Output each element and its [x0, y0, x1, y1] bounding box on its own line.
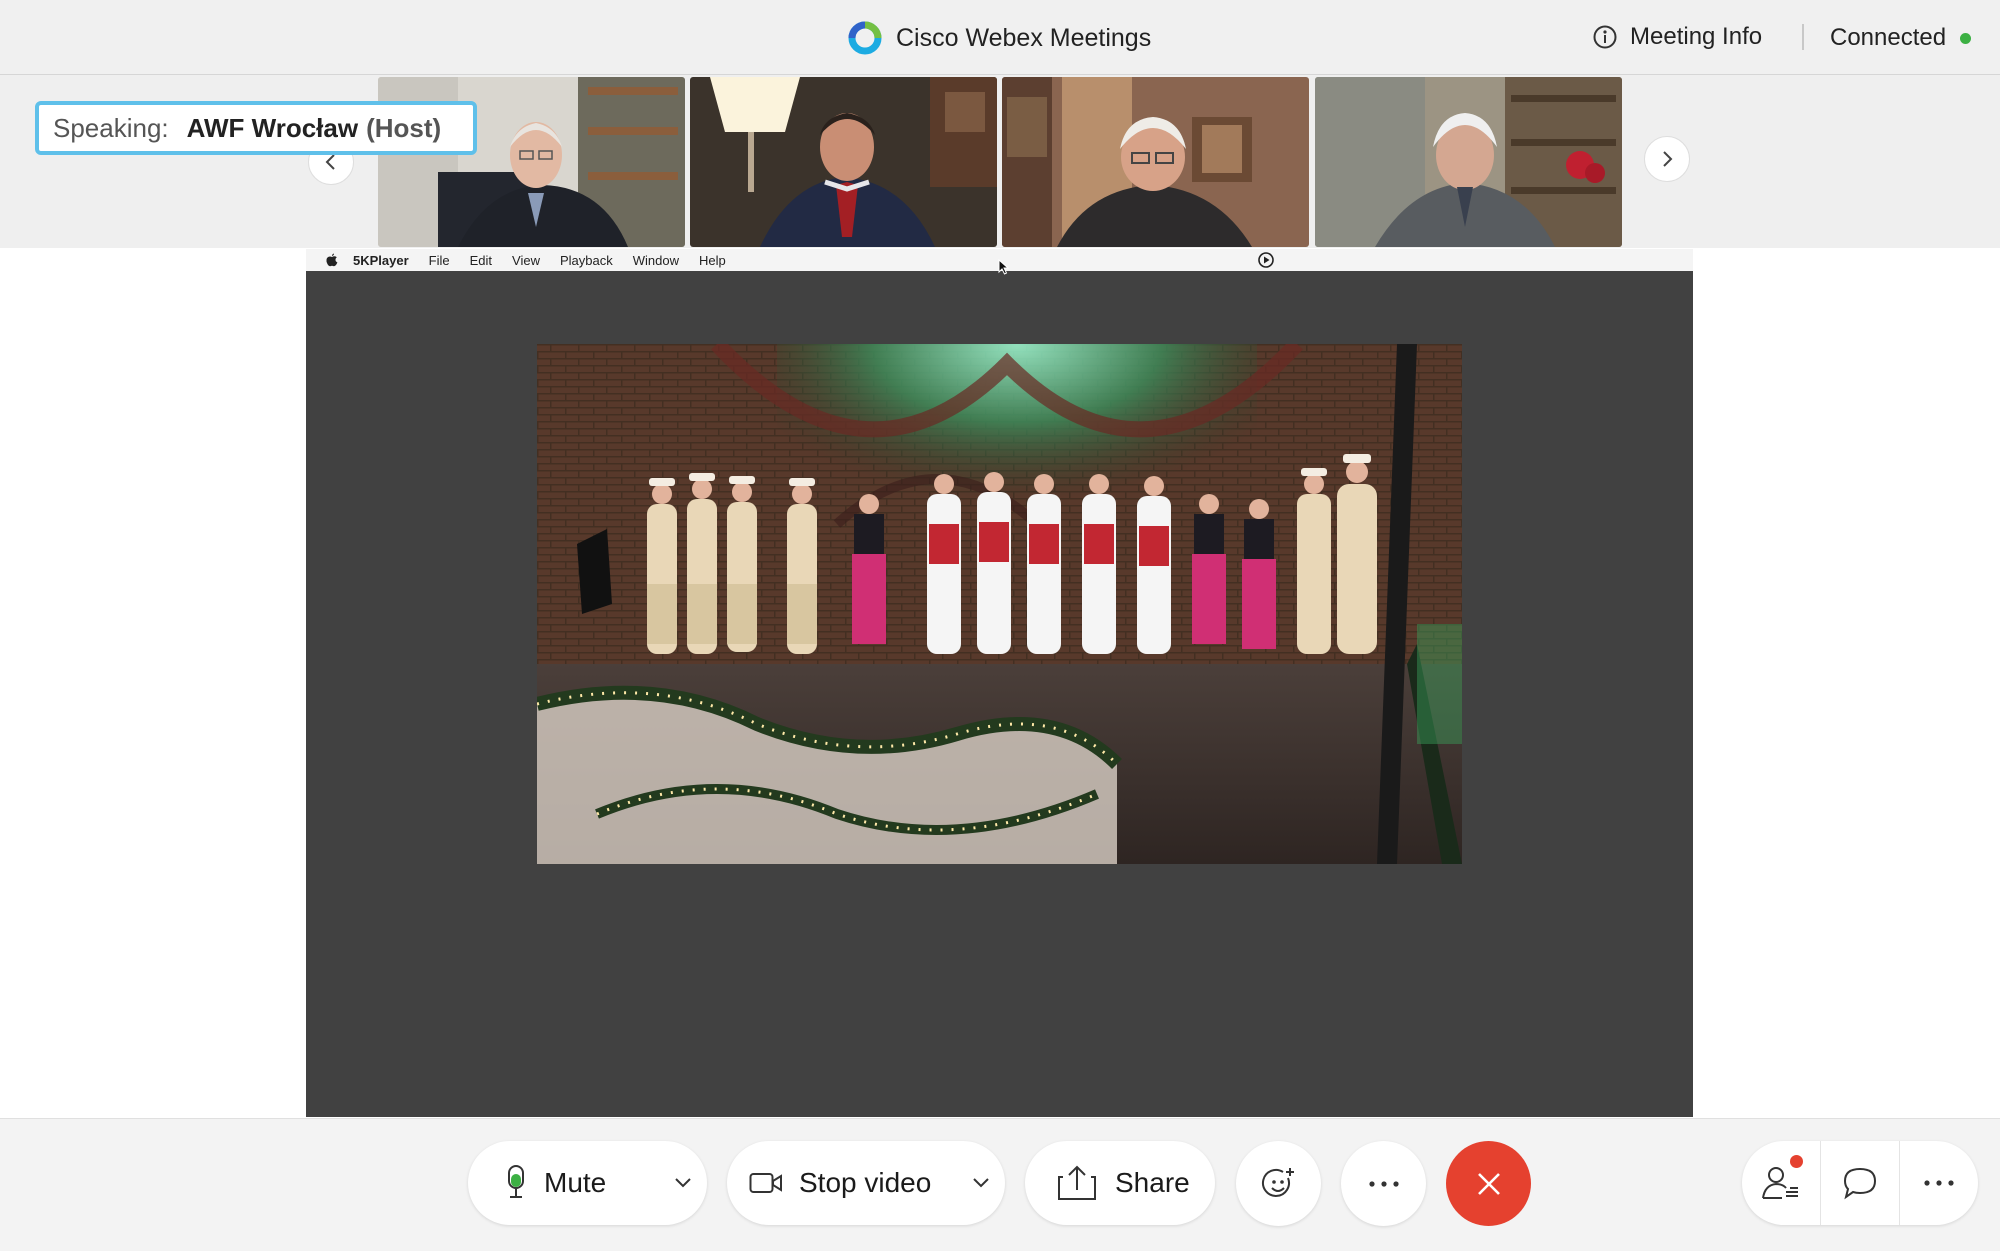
- chat-icon: [1843, 1167, 1877, 1200]
- shared-app-name: 5KPlayer: [353, 252, 409, 268]
- reactions-icon: [1261, 1167, 1294, 1197]
- participant-video-4-frame: [1315, 77, 1622, 247]
- chevron-down-icon: [973, 1178, 989, 1188]
- folk-dance-ensemble-video: [537, 344, 1462, 864]
- shared-menu-help[interactable]: Help: [699, 253, 726, 268]
- stop-video-button[interactable]: Stop video: [727, 1141, 931, 1225]
- play-circle-icon: [1258, 252, 1274, 268]
- share-upload-icon: [1058, 1165, 1096, 1200]
- apple-logo-icon: [326, 253, 338, 267]
- shared-menu-view[interactable]: View: [512, 253, 540, 268]
- participants-icon: [1762, 1167, 1798, 1199]
- participant-video-3-frame: [1002, 77, 1309, 247]
- connection-status: Connected: [1830, 18, 1972, 58]
- speaker-name: AWF Wrocław: [186, 112, 359, 143]
- share-label: Share: [1115, 1167, 1190, 1198]
- more-options-button[interactable]: [1341, 1141, 1426, 1226]
- filmstrip-next-button[interactable]: [1644, 136, 1690, 182]
- chat-button[interactable]: [1820, 1141, 1899, 1225]
- mouse-cursor-icon: [998, 259, 1010, 275]
- participant-video-2-frame: [690, 77, 997, 247]
- connection-status-text: Connected: [1830, 24, 1947, 51]
- title-bar: Cisco Webex Meetings Meeting Info Connec…: [0, 0, 2000, 75]
- mute-button[interactable]: Mute: [468, 1141, 606, 1225]
- speaker-role: (Host): [366, 112, 442, 143]
- more-icon: [1368, 1180, 1399, 1187]
- shared-menu-window[interactable]: Window: [633, 253, 679, 268]
- shared-menu-file[interactable]: File: [429, 253, 450, 268]
- mute-label: Mute: [544, 1167, 607, 1198]
- shared-video-playback: [537, 344, 1462, 864]
- active-speaker-label: Speaking: AWF Wrocław (Host): [35, 101, 477, 155]
- close-icon: [1477, 1172, 1500, 1195]
- meeting-controls-bar: Mute Stop video Share: [0, 1118, 2000, 1251]
- chevron-down-icon: [675, 1178, 691, 1188]
- title-divider: [1802, 24, 1804, 50]
- shared-app-menubar: 5KPlayer File Edit View Playback Window …: [306, 249, 1693, 275]
- audio-options-button[interactable]: [666, 1141, 700, 1225]
- shared-menu-edit[interactable]: Edit: [470, 253, 492, 268]
- video-camera-icon: [749, 1173, 782, 1193]
- chevron-right-icon: [1663, 151, 1673, 167]
- more-icon: [1924, 1180, 1954, 1186]
- chevron-left-icon: [325, 154, 335, 170]
- reactions-button[interactable]: [1236, 1141, 1321, 1226]
- participant-video-3[interactable]: [1002, 77, 1309, 247]
- info-icon: [1593, 25, 1617, 49]
- connection-status-dot: [1960, 32, 1972, 44]
- app-title-text: Cisco Webex Meetings: [896, 23, 1152, 52]
- participants-button[interactable]: [1742, 1141, 1820, 1225]
- webex-logo-icon: [848, 21, 882, 55]
- app-title: Cisco Webex Meetings: [848, 18, 1151, 58]
- video-control-group: Stop video: [727, 1141, 1005, 1225]
- end-meeting-button[interactable]: [1446, 1141, 1531, 1226]
- meeting-info-label: Meeting Info: [1630, 23, 1763, 50]
- participant-video-2[interactable]: [690, 77, 997, 247]
- shared-screen: 5KPlayer File Edit View Playback Window …: [306, 249, 1693, 1117]
- speaking-prefix: Speaking:: [53, 112, 169, 143]
- shared-menu-playback[interactable]: Playback: [560, 253, 613, 268]
- participant-video-4[interactable]: [1315, 77, 1622, 247]
- more-panels-button[interactable]: [1899, 1141, 1978, 1225]
- share-button[interactable]: Share: [1025, 1141, 1215, 1225]
- side-panels-group: [1742, 1141, 1978, 1225]
- meeting-info-button[interactable]: Meeting Info: [1592, 18, 1762, 56]
- stop-video-label: Stop video: [799, 1167, 932, 1198]
- microphone-icon: [508, 1165, 524, 1198]
- participant-filmstrip: Speaking: AWF Wrocław (Host): [0, 75, 2000, 248]
- mute-control-group: Mute: [468, 1141, 707, 1225]
- notification-badge: [1790, 1155, 1803, 1168]
- video-options-button[interactable]: [964, 1141, 998, 1225]
